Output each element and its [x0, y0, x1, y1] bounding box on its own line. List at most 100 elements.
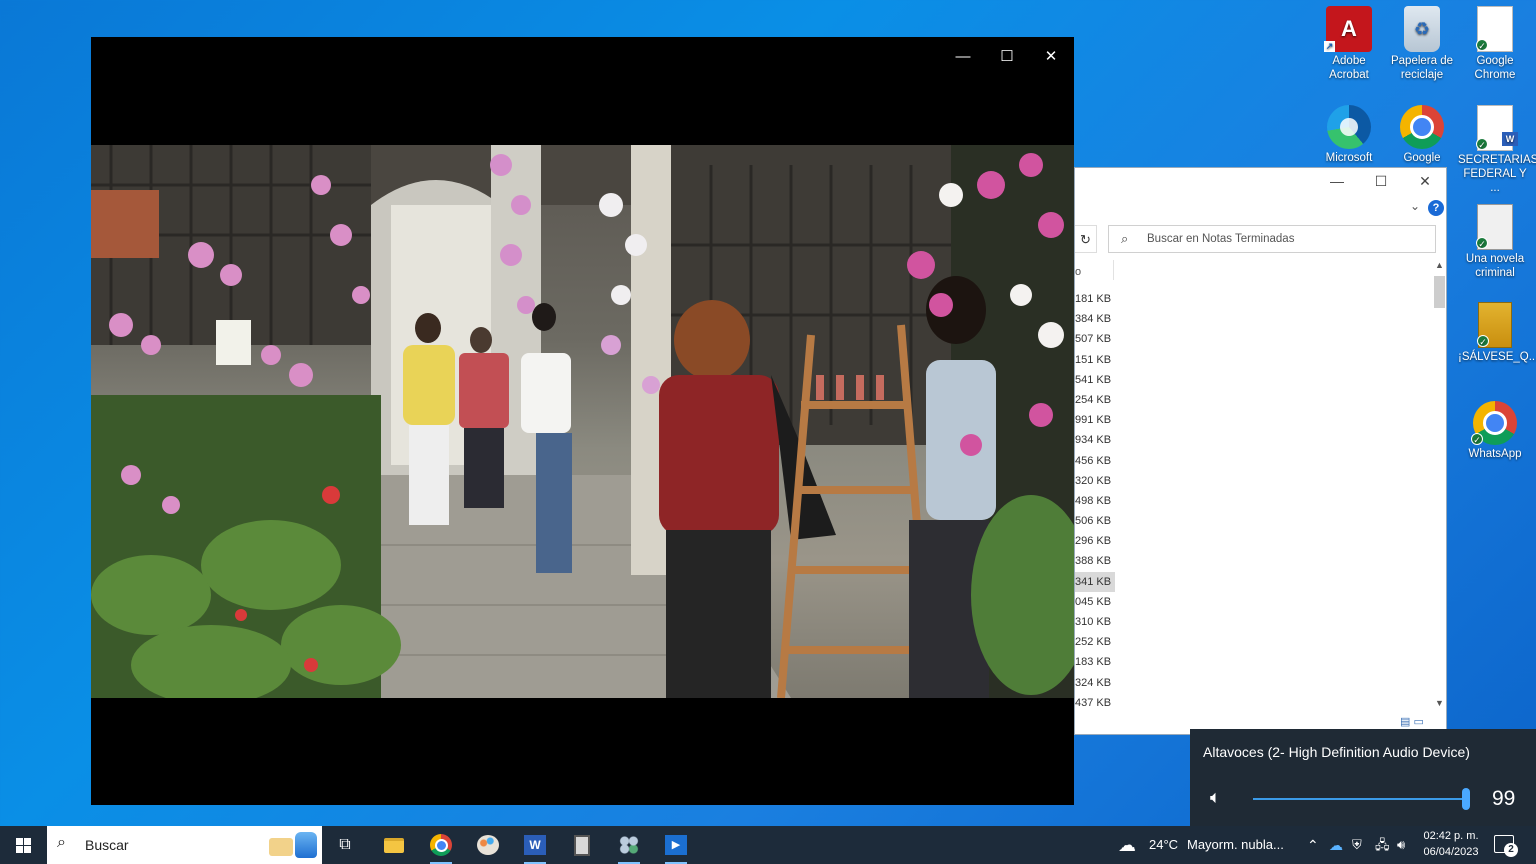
taskbar-file-explorer[interactable] — [371, 826, 417, 864]
file-size-cell[interactable]: 507 KB — [1075, 329, 1115, 349]
explorer-close-button[interactable]: ✕ — [1410, 173, 1440, 193]
player-minimize-button[interactable]: — — [941, 43, 985, 71]
scroll-down-icon[interactable]: ▼ — [1432, 698, 1447, 712]
desktop-icon-una-novela[interactable]: ✓ Una novela criminal — [1458, 198, 1532, 280]
file-size-list: 181 KB 384 KB 507 KB 151 KB 541 KB 254 KB 991 … — [1075, 289, 1115, 713]
search-highlight-bottle-icon — [295, 832, 317, 858]
onedrive-cloud-icon[interactable]: ☁ — [1329, 826, 1343, 864]
desktop-icon-label: Google — [1403, 152, 1441, 164]
desktop-icon-label: WhatsApp — [1468, 448, 1522, 460]
task-view-icon: ⧉ — [339, 836, 351, 853]
volume-slider-thumb[interactable] — [1462, 788, 1470, 810]
audio-device-label[interactable]: Altavoces (2- High Definition Audio Devi… — [1203, 744, 1470, 760]
edge-icon — [1327, 105, 1371, 149]
explorer-titlebar: — ☐ ✕ — [1075, 168, 1446, 198]
desktop-icon-salvese[interactable]: ✓ ¡SÁLVESE_Q... — [1458, 296, 1536, 364]
calculator-icon — [574, 834, 590, 856]
desktop-icon-label: Una novela criminal — [1465, 253, 1525, 279]
taskbar-chrome[interactable] — [418, 826, 464, 864]
scroll-thumb[interactable] — [1434, 276, 1445, 308]
file-size-cell[interactable]: 506 KB — [1075, 511, 1115, 531]
pdf-icon: A ↗ — [1324, 6, 1372, 52]
file-size-cell[interactable]: 498 KB — [1075, 491, 1115, 511]
taskbar-word[interactable]: W — [512, 826, 558, 864]
desktop-icon-microsoft-edge[interactable]: Microsoft — [1312, 99, 1386, 165]
search-highlight-illustration-icon — [269, 838, 293, 856]
search-placeholder: Buscar en Notas Terminadas — [1147, 233, 1295, 245]
sync-check-icon: ✓ — [1477, 335, 1489, 347]
volume-flyout: Altavoces (2- High Definition Audio Devi… — [1190, 729, 1536, 826]
player-maximize-button[interactable]: ☐ — [985, 43, 1029, 71]
file-size-cell[interactable]: 388 KB — [1075, 551, 1115, 571]
file-size-cell[interactable]: 183 KB — [1075, 652, 1115, 672]
word-document-icon: W ✓ — [1476, 105, 1518, 151]
search-label: Buscar — [85, 837, 129, 853]
file-size-cell[interactable]: 045 KB — [1075, 592, 1115, 612]
column-header-fragment[interactable]: o — [1075, 266, 1081, 278]
volume-icon[interactable]: 🔊︎ — [1397, 826, 1405, 864]
taskbar-search-box[interactable]: ⌕ Buscar — [47, 826, 322, 864]
explorer-search-input[interactable]: ⌕ Buscar en Notas Terminadas — [1108, 225, 1436, 253]
weather-widget[interactable]: ☁ — [1118, 826, 1136, 864]
file-size-cell[interactable]: 254 KB — [1075, 390, 1115, 410]
chrome-icon: ✓ — [1471, 401, 1517, 445]
chevron-up-icon[interactable]: ⌃ — [1307, 826, 1319, 864]
file-size-cell[interactable]: 341 KB — [1075, 571, 1115, 592]
weather-temperature[interactable]: 24°C — [1149, 826, 1178, 864]
file-size-cell[interactable]: 384 KB — [1075, 309, 1115, 329]
search-icon: ⌕ — [57, 834, 66, 851]
system-clock[interactable]: 02:42 p. m. 06/04/2023 — [1420, 828, 1482, 860]
file-size-cell[interactable]: 991 KB — [1075, 410, 1115, 430]
word-icon: W — [524, 835, 546, 855]
player-close-button[interactable]: ✕ — [1029, 43, 1073, 71]
file-explorer-window: — ☐ ✕ ⌄ ? ↻ ⌕ Buscar en Notas Terminadas… — [1074, 167, 1447, 735]
taskbar-paint[interactable] — [465, 826, 511, 864]
sync-check-icon: ✓ — [1471, 433, 1483, 445]
desktop-icon-label: ¡SÁLVESE_Q... — [1458, 351, 1536, 363]
file-size-cell[interactable]: 456 KB — [1075, 451, 1115, 471]
sync-check-icon: ✓ — [1476, 39, 1488, 51]
explorer-maximize-button[interactable]: ☐ — [1366, 173, 1396, 193]
folder-icon — [384, 837, 404, 853]
file-size-cell[interactable]: 296 KB — [1075, 531, 1115, 551]
file-size-cell[interactable]: 181 KB — [1075, 289, 1115, 309]
file-size-cell[interactable]: 437 KB — [1075, 693, 1115, 713]
refresh-button[interactable]: ↻ — [1075, 225, 1097, 253]
weather-description[interactable]: Mayorm. nubla... — [1187, 826, 1284, 864]
task-view-button[interactable]: ⧉ — [322, 826, 368, 864]
file-size-cell[interactable]: 324 KB — [1075, 673, 1115, 693]
document-shortcut-icon: ✓ — [1476, 6, 1513, 52]
desktop-icon-google-chrome-doc[interactable]: ✓ Google Chrome — [1458, 0, 1532, 82]
view-toggle-buttons[interactable]: ▤ ▭ — [1400, 715, 1424, 728]
file-size-cell[interactable]: 252 KB — [1075, 632, 1115, 652]
file-size-cell[interactable]: 541 KB — [1075, 370, 1115, 390]
file-size-cell[interactable]: 151 KB — [1075, 350, 1115, 370]
search-icon: ⌕ — [1121, 231, 1129, 246]
chevron-down-icon[interactable]: ⌄ — [1410, 199, 1420, 213]
volume-slider-track[interactable] — [1253, 798, 1468, 800]
video-scene-image — [91, 145, 1074, 698]
video-frame[interactable] — [91, 145, 1074, 698]
file-size-cell[interactable]: 310 KB — [1075, 612, 1115, 632]
taskbar-calculator[interactable] — [559, 826, 605, 864]
column-separator[interactable] — [1113, 260, 1114, 280]
help-icon[interactable]: ? — [1428, 200, 1444, 216]
explorer-minimize-button[interactable]: — — [1322, 173, 1352, 193]
taskbar-movies-tv[interactable]: ▶ — [653, 826, 699, 864]
scroll-up-icon[interactable]: ▲ — [1432, 260, 1447, 274]
file-size-cell[interactable]: 934 KB — [1075, 430, 1115, 450]
desktop-icon-whatsapp[interactable]: ✓ WhatsApp — [1458, 395, 1532, 461]
network-icon[interactable]: 🖧︎ — [1375, 826, 1390, 864]
desktop-icon-recycle-bin[interactable]: ♻ Papelera de reciclaje — [1385, 0, 1459, 82]
desktop-icon-google[interactable]: Google — [1385, 99, 1459, 165]
speaker-icon[interactable]: 🔈︎ — [1210, 787, 1221, 808]
file-size-cell[interactable]: 320 KB — [1075, 471, 1115, 491]
taskbar-snipping-tool[interactable] — [606, 826, 652, 864]
clock-date: 06/04/2023 — [1423, 846, 1479, 858]
explorer-scrollbar[interactable]: ▲ ▼ — [1432, 260, 1447, 712]
desktop-icon-secretarias[interactable]: W ✓ SECRETARIAS FEDERAL Y ... — [1458, 99, 1536, 195]
desktop-icon-adobe-acrobat[interactable]: A ↗ Adobe Acrobat — [1312, 0, 1386, 82]
start-button[interactable] — [0, 826, 46, 864]
notification-center-icon[interactable]: 2 — [1494, 835, 1518, 857]
security-shield-icon[interactable]: ⛨ — [1352, 826, 1362, 864]
